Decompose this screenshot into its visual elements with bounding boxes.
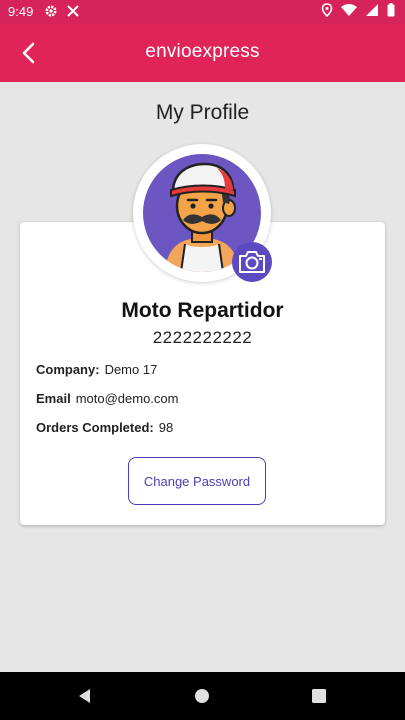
user-phone: 2222222222 <box>152 328 253 347</box>
wifi-icon <box>341 4 357 16</box>
battery-icon <box>387 3 395 17</box>
nav-back-button[interactable] <box>75 686 95 706</box>
status-icons-right <box>321 3 395 17</box>
home-circle-icon <box>195 689 209 703</box>
location-icon <box>321 3 333 17</box>
page-title: My Profile <box>155 101 250 124</box>
nav-recents-button[interactable] <box>309 686 329 706</box>
tools-icon <box>67 5 79 17</box>
status-bar: 9:49 <box>0 0 405 24</box>
company-row: Company: Demo 17 <box>36 362 157 377</box>
gear-icon <box>45 5 57 17</box>
email-row: Email moto@demo.com <box>36 391 178 406</box>
camera-icon <box>239 251 265 273</box>
email-label: Email <box>36 391 71 406</box>
orders-row: Orders Completed: 98 <box>36 420 173 435</box>
orders-label: Orders Completed: <box>36 420 154 435</box>
brand-logo: envioexpress <box>145 41 260 62</box>
orders-value: 98 <box>158 420 174 435</box>
app-bar: envioexpress <box>0 24 405 82</box>
recents-square-icon <box>312 689 326 703</box>
user-name: Moto Repartidor <box>121 299 284 322</box>
status-time: 9:49 <box>8 4 34 19</box>
signal-icon <box>366 4 378 16</box>
nav-home-button[interactable] <box>192 686 212 706</box>
change-password-button[interactable]: Change Password <box>128 457 266 505</box>
company-label: Company: <box>36 362 100 377</box>
status-icons-left <box>44 4 80 18</box>
company-value: Demo 17 <box>104 362 158 377</box>
email-value: moto@demo.com <box>75 391 179 406</box>
back-triangle-icon <box>79 689 90 703</box>
system-nav-bar <box>0 672 405 720</box>
change-photo-button[interactable] <box>232 242 272 282</box>
